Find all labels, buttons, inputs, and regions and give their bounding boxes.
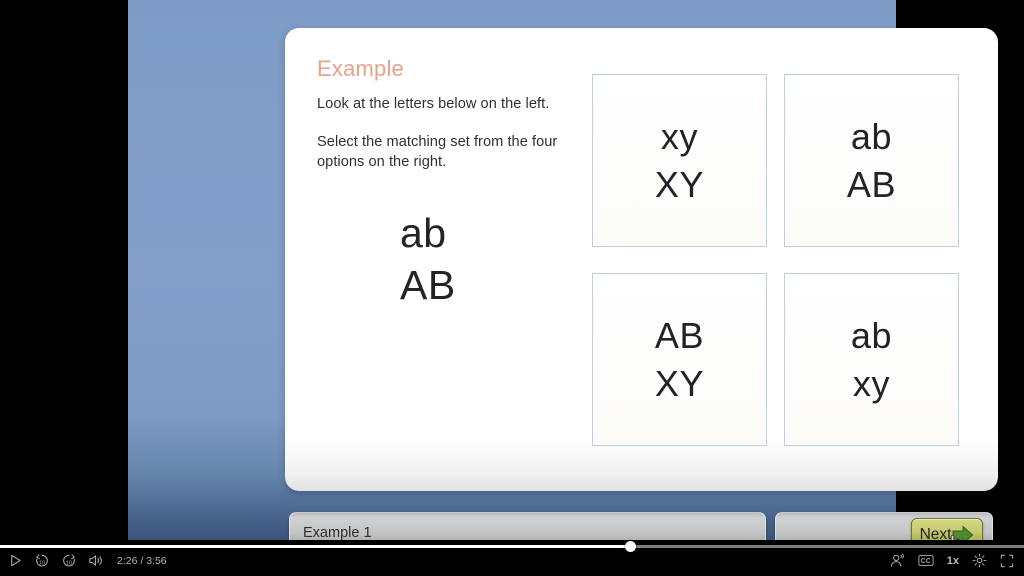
screen: Example Look at the letters below on the… — [0, 0, 1024, 576]
options-grid: xy XY ab AB AB XY ab xy — [592, 74, 966, 446]
forward-10-icon[interactable]: 10 — [61, 553, 77, 568]
prompt-line-2: AB — [400, 261, 456, 308]
option-box-4[interactable]: ab xy — [784, 273, 959, 446]
prompt-line-1: ab — [400, 210, 447, 256]
player-controls-right: 1x — [890, 553, 1014, 568]
option-3-line-2: XY — [654, 362, 705, 404]
play-icon[interactable] — [8, 553, 23, 568]
player-controls-left: 10 10 2:26 / 3:56 — [8, 553, 167, 568]
slide-title-label: Example 1 — [303, 525, 372, 541]
instruction-line-2: Select the matching set from the four op… — [317, 134, 558, 170]
rewind-10-icon[interactable]: 10 — [34, 553, 50, 568]
account-icon[interactable] — [890, 553, 905, 568]
progress-played — [0, 545, 631, 548]
option-4-line-1: ab — [850, 314, 893, 356]
timecode-label: 2:26 / 3:56 — [117, 554, 167, 567]
instruction-line-1: Look at the letters below on the left. — [317, 96, 550, 113]
svg-text:10: 10 — [39, 561, 45, 567]
closed-captions-icon[interactable] — [918, 554, 934, 567]
slide-background: Example Look at the letters below on the… — [128, 0, 998, 558]
option-2-line-1: ab — [850, 115, 893, 157]
progress-handle[interactable] — [625, 541, 636, 552]
option-2-line-2: AB — [846, 163, 897, 205]
slide-card: Example Look at the letters below on the… — [285, 28, 998, 491]
page-title: Example — [317, 56, 404, 81]
instructions-column: Example Look at the letters below on the… — [317, 56, 585, 172]
playback-speed-label[interactable]: 1x — [947, 555, 959, 567]
volume-icon[interactable] — [88, 553, 103, 568]
fullscreen-icon[interactable] — [1000, 554, 1014, 568]
option-4-line-2: xy — [852, 362, 891, 404]
svg-text:10: 10 — [66, 561, 72, 567]
option-1-line-1: xy — [660, 115, 699, 157]
gear-icon[interactable] — [972, 553, 987, 568]
option-box-2[interactable]: ab AB — [784, 74, 959, 247]
option-3-line-1: AB — [654, 314, 705, 356]
option-1-line-2: XY — [654, 163, 705, 205]
video-player-bar: 10 10 2:26 / 3:56 1x — [0, 540, 1024, 576]
option-box-1[interactable]: xy XY — [592, 74, 767, 247]
option-box-3[interactable]: AB XY — [592, 273, 767, 446]
prompt-letters: ab AB — [400, 208, 560, 311]
